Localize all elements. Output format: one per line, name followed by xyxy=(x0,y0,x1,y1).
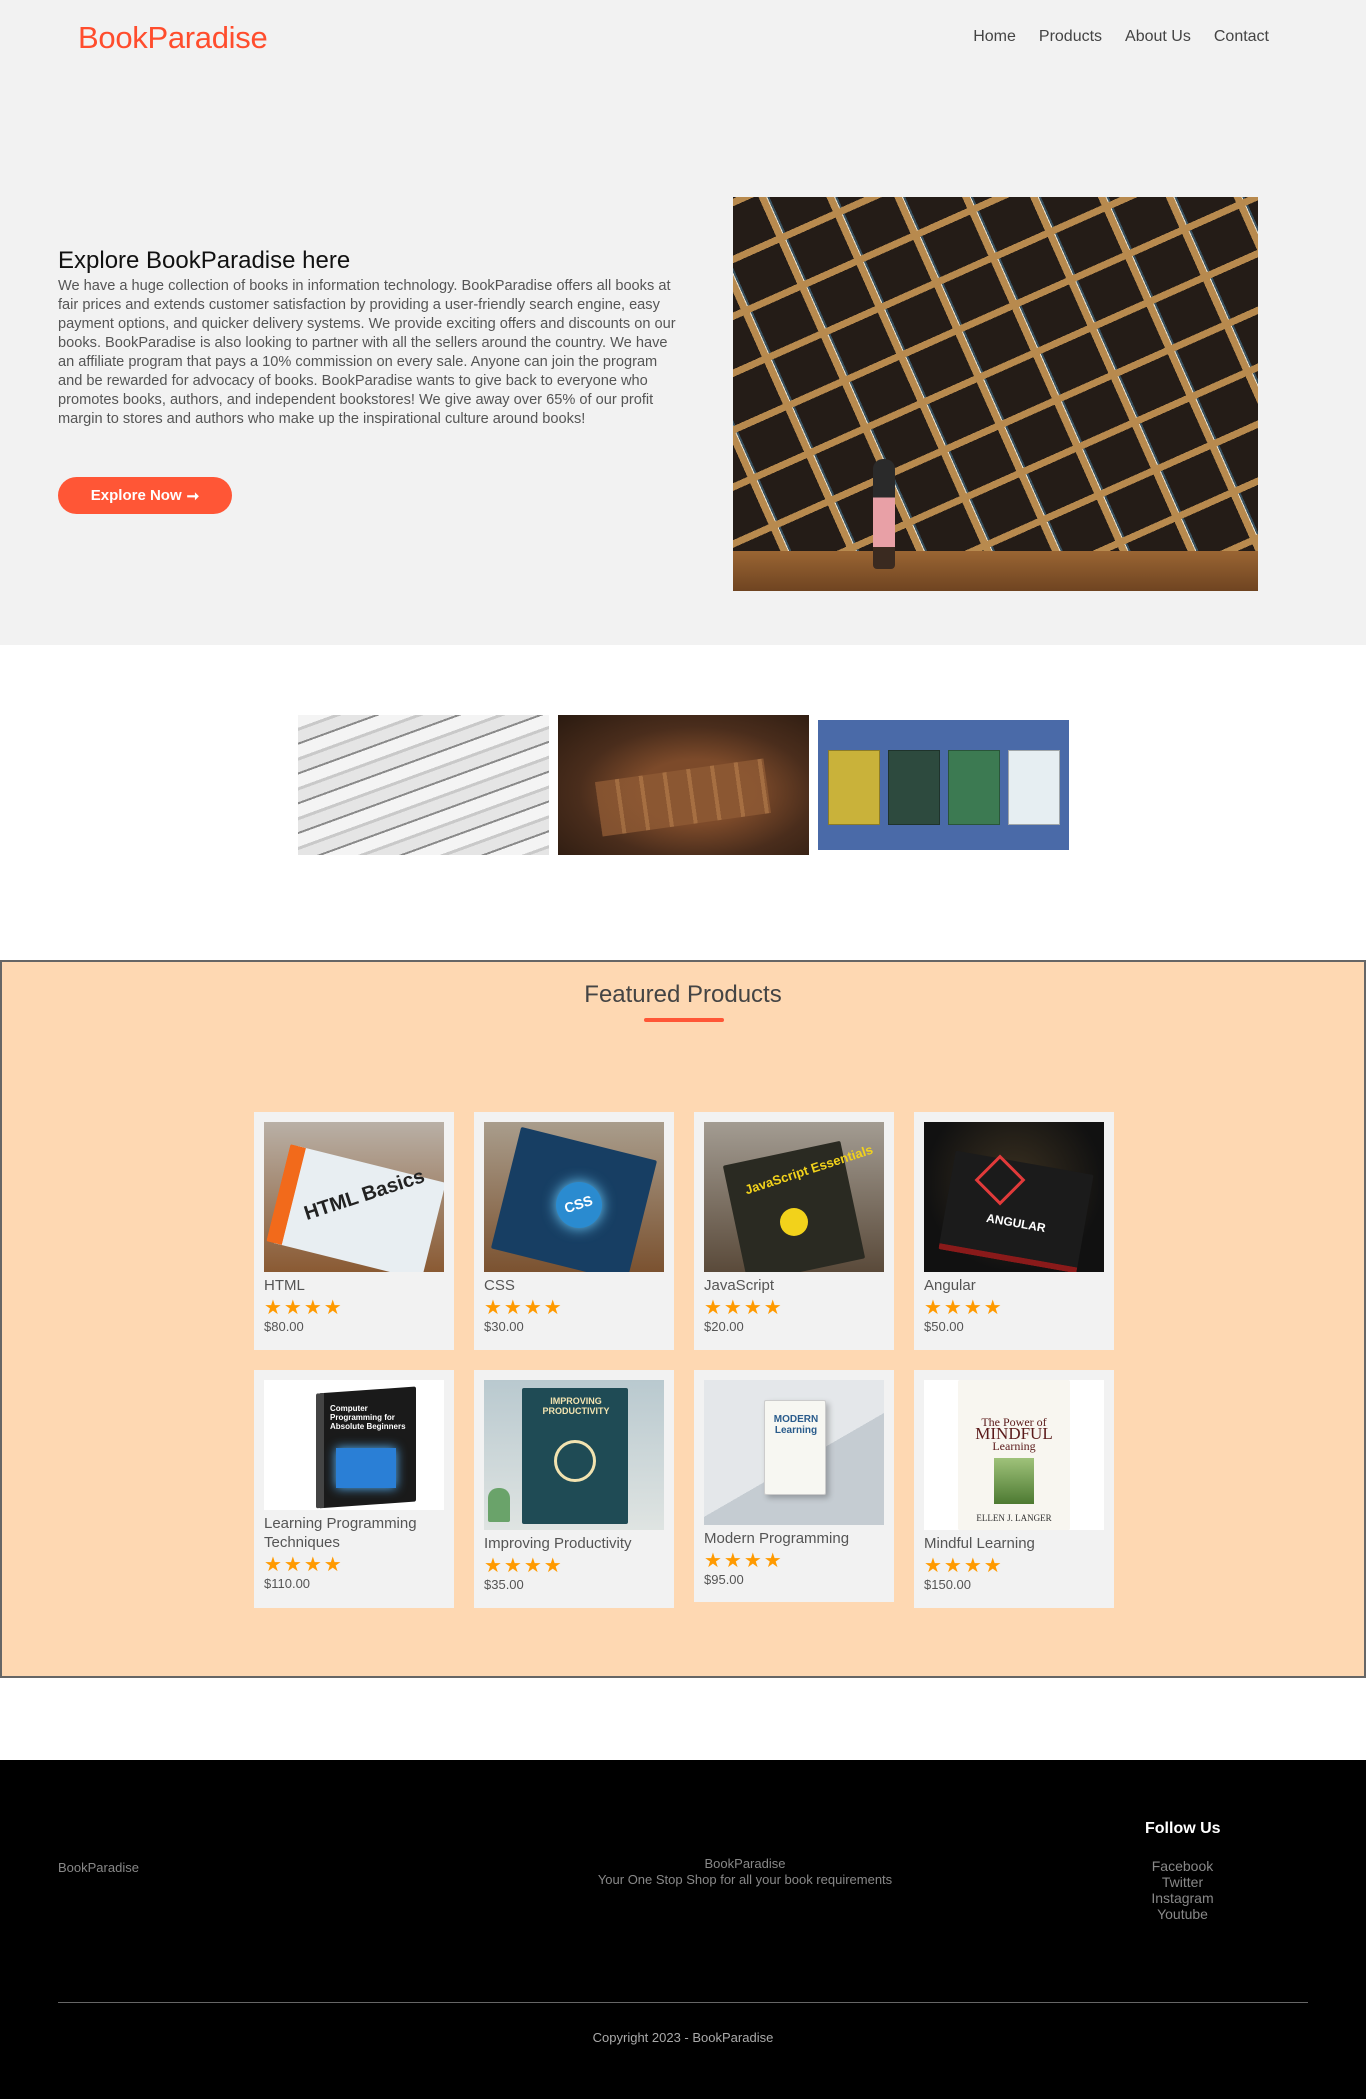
explore-now-label: Explore Now xyxy=(90,487,182,504)
product-card-mindful-learning[interactable]: The Power of MINDFUL Learning ELLEN J. L… xyxy=(914,1370,1114,1608)
hero-bookshelf-image xyxy=(733,197,1258,591)
hero-section: BookParadise Home Products About Us Cont… xyxy=(0,0,1366,645)
javascript-book-cover: JavaScript Essentials xyxy=(704,1122,884,1272)
product-name: Modern Programming xyxy=(704,1530,850,1547)
star-rating: ★★★★ xyxy=(924,1555,1004,1577)
html-book-cover: HTML Basics xyxy=(264,1122,444,1272)
product-price: $80.00 xyxy=(264,1319,304,1334)
product-price: $35.00 xyxy=(484,1577,524,1592)
instagram-link[interactable]: Instagram xyxy=(1130,1890,1235,1906)
improving-productivity-book-cover: IMPROVING PRODUCTIVITY xyxy=(484,1380,664,1530)
star-rating: ★★★★ xyxy=(704,1550,784,1572)
learning-programming-book-cover: Computer Programming for Absolute Beginn… xyxy=(264,1380,444,1510)
nav-products[interactable]: Products xyxy=(1039,28,1102,46)
mindful-learning-book-cover: The Power of MINDFUL Learning ELLEN J. L… xyxy=(924,1380,1104,1530)
product-card-angular[interactable]: ANGULAR Angular ★★★★ $50.00 xyxy=(914,1112,1114,1350)
product-price: $30.00 xyxy=(484,1319,524,1334)
product-price: $110.00 xyxy=(264,1576,311,1591)
facebook-link[interactable]: Facebook xyxy=(1130,1858,1235,1874)
product-name: Angular xyxy=(924,1277,976,1294)
star-rating: ★★★★ xyxy=(924,1297,1004,1319)
featured-title: Featured Products xyxy=(584,981,782,1008)
product-price: $20.00 xyxy=(704,1319,744,1334)
twitter-link[interactable]: Twitter xyxy=(1130,1874,1235,1890)
angular-book-cover: ANGULAR xyxy=(924,1122,1104,1272)
product-card-improving-productivity[interactable]: IMPROVING PRODUCTIVITY Improving Product… xyxy=(474,1370,674,1608)
title-underline xyxy=(644,1018,724,1022)
modern-programming-book-cover: MODERN Learning xyxy=(704,1380,884,1525)
product-card-modern-programming[interactable]: MODERN Learning Modern Programming ★★★★ … xyxy=(694,1370,894,1602)
star-rating: ★★★★ xyxy=(704,1297,784,1319)
star-rating: ★★★★ xyxy=(264,1297,344,1319)
explore-now-button[interactable]: Explore Now ➞ xyxy=(58,477,232,514)
hero-title: Explore BookParadise here xyxy=(58,247,351,274)
star-rating: ★★★★ xyxy=(484,1297,564,1319)
newspapers-image xyxy=(298,715,549,855)
arrow-right-icon: ➞ xyxy=(186,487,200,505)
star-rating: ★★★★ xyxy=(484,1555,564,1577)
product-card-javascript[interactable]: JavaScript Essentials JavaScript ★★★★ $2… xyxy=(694,1112,894,1350)
product-name: CSS xyxy=(484,1277,515,1294)
star-rating: ★★★★ xyxy=(264,1554,344,1576)
books-on-blue-image xyxy=(818,720,1069,850)
product-name: JavaScript xyxy=(704,1277,775,1294)
product-name: Mindful Learning xyxy=(924,1535,1035,1552)
product-name: Learning Programming Techniques xyxy=(264,1515,417,1551)
featured-products-section: Featured Products HTML Basics HTML ★★★★ … xyxy=(0,960,1366,1678)
nav-about[interactable]: About Us xyxy=(1125,28,1191,46)
nav-contact[interactable]: Contact xyxy=(1214,28,1269,46)
product-card-html[interactable]: HTML Basics HTML ★★★★ $80.00 xyxy=(254,1112,454,1350)
social-links: Facebook Twitter Instagram Youtube xyxy=(1130,1858,1235,1922)
old-books-image xyxy=(558,715,809,855)
product-name: Improving Productivity xyxy=(484,1535,632,1552)
product-name: HTML xyxy=(264,1277,305,1294)
child-figure xyxy=(873,459,895,569)
image-gallery xyxy=(298,715,1069,855)
site-logo[interactable]: BookParadise xyxy=(78,20,268,56)
css-book-cover: CSS xyxy=(484,1122,664,1272)
copyright: Copyright 2023 - BookParadise xyxy=(592,2030,774,2045)
product-price: $95.00 xyxy=(704,1572,744,1587)
product-card-learning-programming[interactable]: Computer Programming for Absolute Beginn… xyxy=(254,1370,454,1608)
nav-home[interactable]: Home xyxy=(973,28,1016,46)
youtube-link[interactable]: Youtube xyxy=(1130,1906,1235,1922)
footer-divider xyxy=(58,2002,1308,2003)
follow-us-heading: Follow Us xyxy=(1145,1820,1221,1837)
product-price: $150.00 xyxy=(924,1577,971,1592)
product-card-css[interactable]: CSS CSS ★★★★ $30.00 xyxy=(474,1112,674,1350)
site-footer: BookParadise BookParadise Your One Stop … xyxy=(0,1760,1366,2099)
product-price: $50.00 xyxy=(924,1319,964,1334)
hero-description: We have a huge collection of books in in… xyxy=(58,278,676,427)
main-nav: Home Products About Us Contact xyxy=(973,28,1269,46)
